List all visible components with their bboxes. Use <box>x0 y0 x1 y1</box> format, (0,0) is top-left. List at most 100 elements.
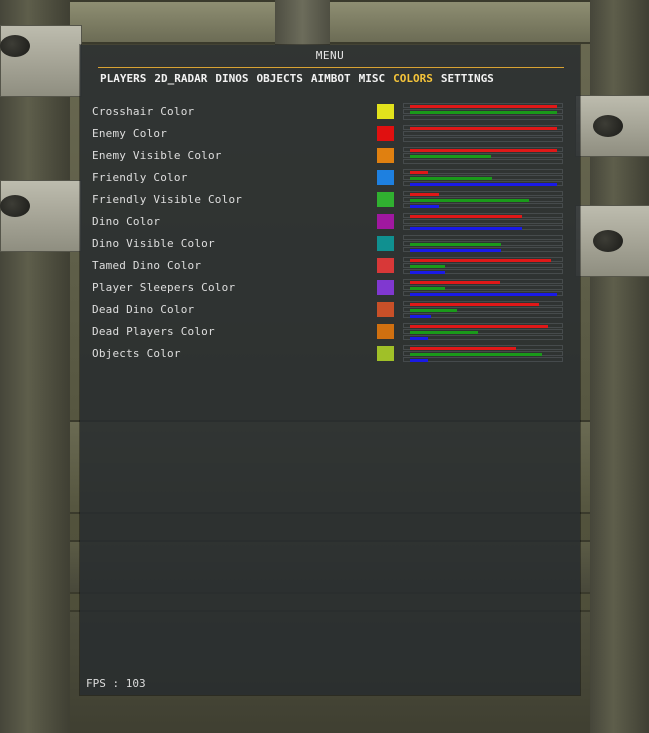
color-swatch[interactable] <box>377 126 394 141</box>
blue-channel-slider[interactable] <box>403 225 563 230</box>
red-channel-slider-fill <box>410 193 439 196</box>
tab-players[interactable]: PLAYERS <box>100 72 146 86</box>
tab-colors[interactable]: COLORS <box>393 72 433 86</box>
color-swatch[interactable] <box>377 148 394 163</box>
rgb-slider-group <box>403 301 563 319</box>
blue-channel-slider-fill <box>410 271 445 274</box>
blue-channel-slider[interactable] <box>403 269 563 274</box>
color-setting-label: Friendly Visible Color <box>92 193 243 206</box>
color-setting-row: Objects Color <box>92 344 568 366</box>
green-channel-slider-fill <box>410 155 491 158</box>
blue-channel-slider[interactable] <box>403 335 563 340</box>
red-channel-slider[interactable] <box>403 191 563 196</box>
rgb-slider-group <box>403 235 563 253</box>
blue-channel-slider[interactable] <box>403 247 563 252</box>
color-swatch[interactable] <box>377 258 394 273</box>
red-channel-slider-fill <box>410 303 539 306</box>
green-channel-slider[interactable] <box>403 153 563 158</box>
green-channel-slider[interactable] <box>403 131 563 136</box>
blue-channel-slider-fill <box>410 183 557 186</box>
blue-channel-slider[interactable] <box>403 137 563 142</box>
color-setting-row: Tamed Dino Color <box>92 256 568 278</box>
green-channel-slider[interactable] <box>403 285 563 290</box>
color-setting-label: Dino Color <box>92 215 161 228</box>
red-channel-slider-fill <box>410 171 428 174</box>
green-channel-slider-fill <box>410 309 457 312</box>
rgb-slider-group <box>403 257 563 275</box>
color-swatch[interactable] <box>377 302 394 317</box>
green-channel-slider-fill <box>410 265 445 268</box>
color-swatch[interactable] <box>377 346 394 361</box>
color-swatch[interactable] <box>377 324 394 339</box>
green-channel-slider[interactable] <box>403 307 563 312</box>
color-setting-row: Friendly Color <box>92 168 568 190</box>
bolt-icon <box>593 230 623 252</box>
red-channel-slider[interactable] <box>403 103 563 108</box>
green-channel-slider[interactable] <box>403 219 563 224</box>
tab-settings[interactable]: SETTINGS <box>441 72 494 86</box>
red-channel-slider-fill <box>410 149 557 152</box>
green-channel-slider-fill <box>410 177 492 180</box>
blue-channel-slider[interactable] <box>403 203 563 208</box>
blue-channel-slider[interactable] <box>403 115 563 120</box>
blue-channel-slider-fill <box>410 337 428 340</box>
color-swatch[interactable] <box>377 214 394 229</box>
rgb-slider-group <box>403 191 563 209</box>
color-setting-label: Crosshair Color <box>92 105 195 118</box>
blue-channel-slider[interactable] <box>403 313 563 318</box>
title-divider <box>98 67 564 68</box>
bolt-icon <box>593 115 623 137</box>
color-setting-row: Crosshair Color <box>92 102 568 124</box>
green-channel-slider[interactable] <box>403 197 563 202</box>
blue-channel-slider[interactable] <box>403 357 563 362</box>
color-swatch[interactable] <box>377 236 394 251</box>
blue-channel-slider-fill <box>410 205 439 208</box>
blue-channel-slider-fill <box>410 293 557 296</box>
color-swatch[interactable] <box>377 280 394 295</box>
tab-objects[interactable]: OBJECTS <box>256 72 302 86</box>
green-channel-slider[interactable] <box>403 241 563 246</box>
wood-beam <box>0 0 70 733</box>
red-channel-slider[interactable] <box>403 235 563 240</box>
color-setting-row: Enemy Color <box>92 124 568 146</box>
red-channel-slider[interactable] <box>403 345 563 350</box>
tab-2d-radar[interactable]: 2D_RADAR <box>154 72 207 86</box>
green-channel-slider[interactable] <box>403 175 563 180</box>
color-setting-label: Enemy Visible Color <box>92 149 222 162</box>
red-channel-slider[interactable] <box>403 301 563 306</box>
color-setting-row: Dead Dino Color <box>92 300 568 322</box>
red-channel-slider-fill <box>410 325 548 328</box>
color-swatch[interactable] <box>377 104 394 119</box>
blue-channel-slider[interactable] <box>403 181 563 186</box>
green-channel-slider[interactable] <box>403 263 563 268</box>
green-channel-slider[interactable] <box>403 109 563 114</box>
green-channel-slider-fill <box>410 353 542 356</box>
color-setting-label: Friendly Color <box>92 171 188 184</box>
green-channel-slider[interactable] <box>403 329 563 334</box>
red-channel-slider-fill <box>410 259 551 262</box>
red-channel-slider[interactable] <box>403 257 563 262</box>
green-channel-slider[interactable] <box>403 351 563 356</box>
tab-aimbot[interactable]: AIMBOT <box>311 72 351 86</box>
red-channel-slider[interactable] <box>403 323 563 328</box>
blue-channel-slider[interactable] <box>403 159 563 164</box>
menu-tab-bar: PLAYERS 2D_RADAR DINOS OBJECTS AIMBOT MI… <box>100 72 494 86</box>
red-channel-slider[interactable] <box>403 213 563 218</box>
color-settings-list: Crosshair Color Enemy Color Enemy Visible … <box>92 102 568 366</box>
menu-title: MENU <box>315 49 345 62</box>
color-setting-row: Enemy Visible Color <box>92 146 568 168</box>
red-channel-slider[interactable] <box>403 147 563 152</box>
color-swatch[interactable] <box>377 192 394 207</box>
red-channel-slider[interactable] <box>403 169 563 174</box>
tab-dinos[interactable]: DINOS <box>215 72 248 86</box>
blue-channel-slider-fill <box>410 227 522 230</box>
blue-channel-slider[interactable] <box>403 291 563 296</box>
green-channel-slider-fill <box>410 331 478 334</box>
color-swatch[interactable] <box>377 170 394 185</box>
tab-misc[interactable]: MISC <box>359 72 386 86</box>
bolt-icon <box>0 35 30 57</box>
rgb-slider-group <box>403 103 563 121</box>
red-channel-slider[interactable] <box>403 279 563 284</box>
rgb-slider-group <box>403 279 563 297</box>
red-channel-slider[interactable] <box>403 125 563 130</box>
